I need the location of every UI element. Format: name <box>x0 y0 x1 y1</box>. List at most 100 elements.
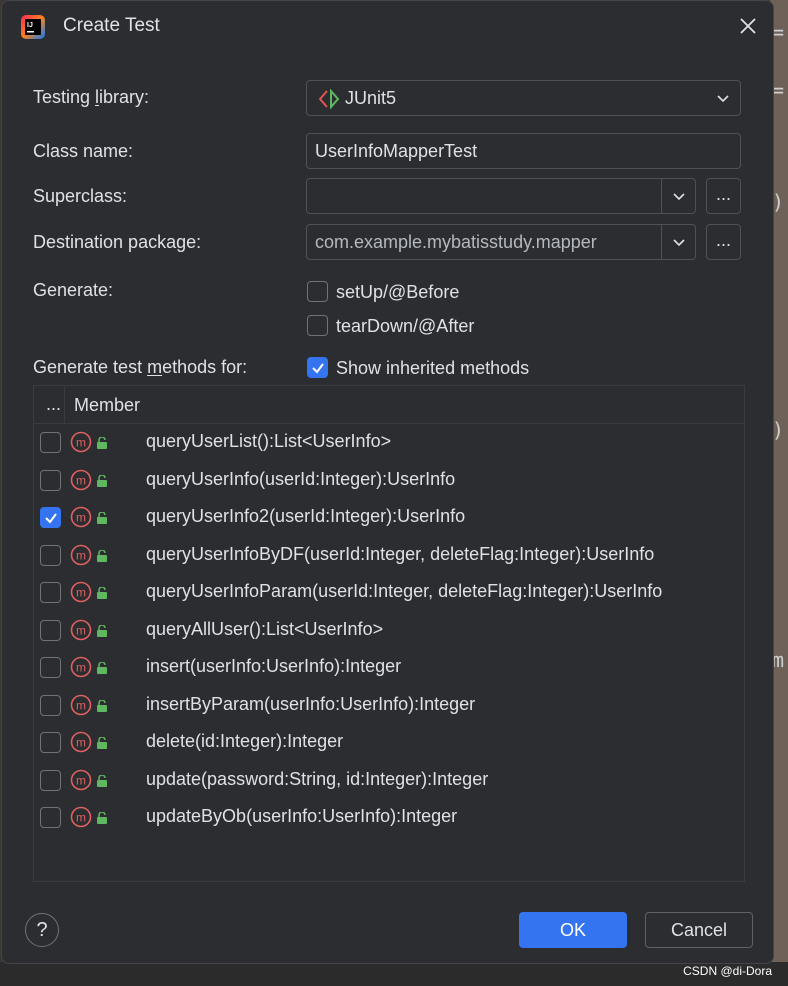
class-name-input[interactable]: UserInfoMapperTest <box>306 133 741 169</box>
close-button[interactable] <box>735 13 761 39</box>
method-icon: m <box>70 431 92 453</box>
select-all-column-header[interactable]: ... <box>46 394 61 415</box>
row-checkbox[interactable] <box>40 694 61 716</box>
testing-library-value: JUnit5 <box>345 87 397 108</box>
destination-package-input[interactable]: com.example.mybatisstudy.mapper <box>306 224 696 260</box>
svg-text:m: m <box>76 773 86 787</box>
svg-text:m: m <box>76 698 86 712</box>
table-row[interactable]: m insert(userInfo:UserInfo):Integer <box>34 649 744 686</box>
destination-dropdown-button[interactable] <box>661 225 695 259</box>
row-checkbox[interactable] <box>40 657 61 678</box>
destination-package-label: Destination package: <box>33 232 202 252</box>
svg-text:m: m <box>76 511 86 525</box>
close-icon <box>740 18 756 34</box>
method-icon: m <box>70 619 92 640</box>
chevron-down-icon <box>672 193 685 201</box>
row-checkbox[interactable] <box>40 619 61 641</box>
member-signature: update(password:String, id:Integer):Inte… <box>146 768 489 789</box>
member-signature: insert(userInfo:UserInfo):Integer <box>146 656 402 676</box>
testing-library-label: Testing library: <box>33 87 150 107</box>
table-row[interactable]: m queryUserInfoParam(userId:Integer, dele… <box>34 574 744 611</box>
table-row[interactable]: m queryUserInfo(userId:Integer):UserInfo <box>34 462 744 499</box>
destination-browse-button[interactable]: ... <box>706 224 741 260</box>
member-signature: updateByOb(userInfo:UserInfo):Integer <box>146 806 458 826</box>
intellij-idea-icon: IJ <box>21 15 45 39</box>
setup-checkbox[interactable] <box>307 281 328 302</box>
svg-text:m: m <box>76 661 86 675</box>
svg-text:m: m <box>76 586 86 600</box>
superclass-dropdown-button[interactable] <box>661 179 695 213</box>
members-table: ... Member m queryUserList():List<UserInf… <box>33 385 745 882</box>
teardown-checkbox[interactable] <box>307 315 328 336</box>
superclass-label: Superclass: <box>33 186 128 206</box>
table-row[interactable]: m insertByParam(userInfo:UserInfo):Intege… <box>34 687 744 724</box>
svg-text:IJ: IJ <box>27 22 33 29</box>
show-inherited-checkbox[interactable] <box>307 357 328 378</box>
public-lock-icon <box>97 437 107 449</box>
member-signature: delete(id:Integer):Integer <box>146 731 344 751</box>
superclass-input[interactable] <box>306 178 696 214</box>
public-lock-icon <box>97 812 107 824</box>
check-icon <box>45 513 57 524</box>
public-lock-icon <box>97 737 107 749</box>
public-lock-icon <box>97 474 107 487</box>
svg-text:m: m <box>76 811 86 825</box>
method-icon: m <box>70 769 92 790</box>
generate-label: Generate: <box>33 280 114 300</box>
member-signature: queryUserInfo2(userId:Integer):UserInfo <box>146 506 466 526</box>
member-column-header[interactable]: Member <box>74 395 140 416</box>
table-row[interactable]: m updateByOb(userInfo:UserInfo):Integer <box>34 799 744 836</box>
svg-text:m: m <box>76 473 86 487</box>
create-test-dialog: IJ Create Test Testing library: JUnit5 C… <box>1 0 774 964</box>
public-lock-icon <box>97 512 107 524</box>
table-row[interactable]: m update(password:String, id:Integer):Int… <box>34 762 744 799</box>
check-icon <box>312 363 324 374</box>
show-inherited-label: Show inherited methods <box>336 358 530 378</box>
svg-text:m: m <box>76 436 86 450</box>
row-checkbox[interactable] <box>40 582 61 603</box>
public-lock-icon <box>97 587 107 599</box>
table-row[interactable]: m queryUserInfo2(userId:Integer):UserInfo <box>34 499 744 536</box>
method-icon: m <box>70 469 92 490</box>
public-lock-icon <box>97 662 107 674</box>
class-name-label: Class name: <box>33 141 134 161</box>
row-checkbox[interactable] <box>40 769 61 791</box>
row-checkbox[interactable] <box>40 732 61 753</box>
table-row[interactable]: m queryUserInfoByDF(userId:Integer, delet… <box>34 537 744 574</box>
help-button[interactable]: ? <box>25 913 59 947</box>
cancel-button[interactable]: Cancel <box>645 912 753 948</box>
row-checkbox[interactable] <box>40 432 61 453</box>
svg-text:m: m <box>76 548 86 562</box>
member-signature: queryUserInfoByDF(userId:Integer, delete… <box>146 543 655 564</box>
chevron-down-icon <box>717 95 729 103</box>
junit-icon <box>318 89 340 109</box>
row-checkbox[interactable] <box>40 807 61 828</box>
method-icon: m <box>70 656 92 678</box>
table-row[interactable]: m queryUserList():List<UserInfo> <box>34 424 744 461</box>
title-bar: IJ Create Test <box>2 1 773 53</box>
table-row[interactable]: m delete(id:Integer):Integer <box>34 724 744 761</box>
svg-text:m: m <box>76 623 86 637</box>
method-icon: m <box>70 506 92 528</box>
method-icon: m <box>70 731 92 753</box>
public-lock-icon <box>97 699 107 712</box>
row-checkbox[interactable] <box>40 507 61 528</box>
ok-button[interactable]: OK <box>519 912 627 948</box>
member-signature: queryUserInfoParam(userId:Integer, delet… <box>146 581 663 601</box>
member-signature: insertByParam(userInfo:UserInfo):Integer <box>146 693 476 714</box>
table-row[interactable]: m queryAllUser():List<UserInfo> <box>34 612 744 649</box>
background-status-strip <box>0 962 788 986</box>
destination-package-value: com.example.mybatisstudy.mapper <box>315 232 597 252</box>
method-icon: m <box>70 694 92 715</box>
public-lock-icon <box>97 624 107 637</box>
row-checkbox[interactable] <box>40 469 61 491</box>
public-lock-icon <box>97 774 107 787</box>
dialog-title: Create Test <box>63 15 160 36</box>
teardown-label: tearDown/@After <box>336 316 475 336</box>
superclass-browse-button[interactable]: ... <box>706 178 741 214</box>
row-checkbox[interactable] <box>40 544 61 566</box>
testing-library-select[interactable]: JUnit5 <box>306 80 741 116</box>
public-lock-icon <box>97 549 107 562</box>
method-icon: m <box>70 806 92 828</box>
table-header: ... Member <box>34 386 744 424</box>
